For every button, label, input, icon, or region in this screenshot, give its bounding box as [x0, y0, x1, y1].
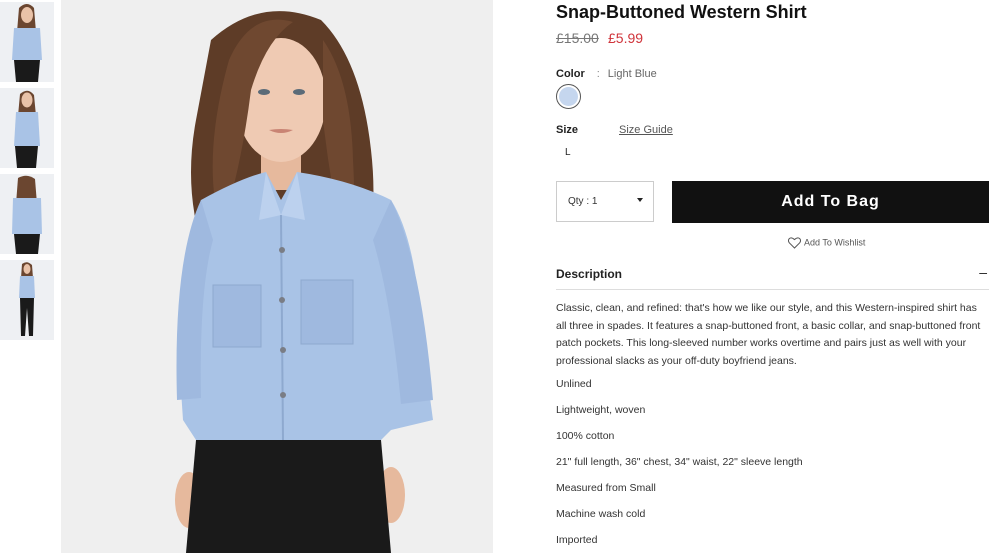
feature-item: Imported [556, 534, 598, 546]
thumbnail-back[interactable] [0, 174, 54, 254]
description-text: Classic, clean, and refined: that's how … [556, 302, 981, 367]
sale-price: £5.99 [608, 30, 644, 46]
size-label: Size [556, 124, 579, 136]
thumbnail-side[interactable] [0, 88, 54, 168]
main-product-image [61, 0, 493, 553]
thumbnail-front[interactable] [0, 2, 54, 82]
thumbnail-full-length[interactable] [0, 260, 54, 340]
feature-item: Measured from Small [556, 482, 656, 494]
color-label: Color [556, 68, 585, 80]
add-to-wishlist-link[interactable]: Add To Wishlist [787, 237, 866, 249]
feature-item: Unlined [556, 378, 592, 390]
quantity-select[interactable]: Qty : 1 [556, 181, 654, 222]
swatch-fill [559, 87, 578, 106]
description-accordion-header[interactable]: Description – [556, 260, 989, 290]
color-value: Light Blue [607, 68, 657, 80]
original-price: £15.00 [556, 30, 599, 46]
feature-item: Machine wash cold [556, 508, 646, 520]
heart-icon [787, 237, 802, 249]
size-guide-link[interactable]: Size Guide [619, 124, 673, 136]
quantity-label: Qty : 1 [568, 196, 598, 207]
feature-item: 100% cotton [556, 430, 615, 442]
color-separator: : [596, 68, 600, 80]
wishlist-label: Add To Wishlist [804, 237, 866, 248]
size-option-l[interactable]: L [565, 147, 571, 158]
description-heading: Description [556, 267, 623, 281]
caret-down-icon [637, 198, 643, 202]
feature-item: Lightweight, woven [556, 404, 646, 416]
product-title: Snap-Buttoned Western Shirt [556, 2, 807, 22]
color-swatch-light-blue[interactable] [556, 84, 581, 109]
color-row: Color: Light Blue [556, 68, 657, 80]
add-to-bag-button[interactable]: Add To Bag [672, 181, 989, 223]
feature-item: 21" full length, 36" chest, 34" waist, 2… [556, 456, 803, 468]
minus-icon: – [979, 264, 987, 280]
